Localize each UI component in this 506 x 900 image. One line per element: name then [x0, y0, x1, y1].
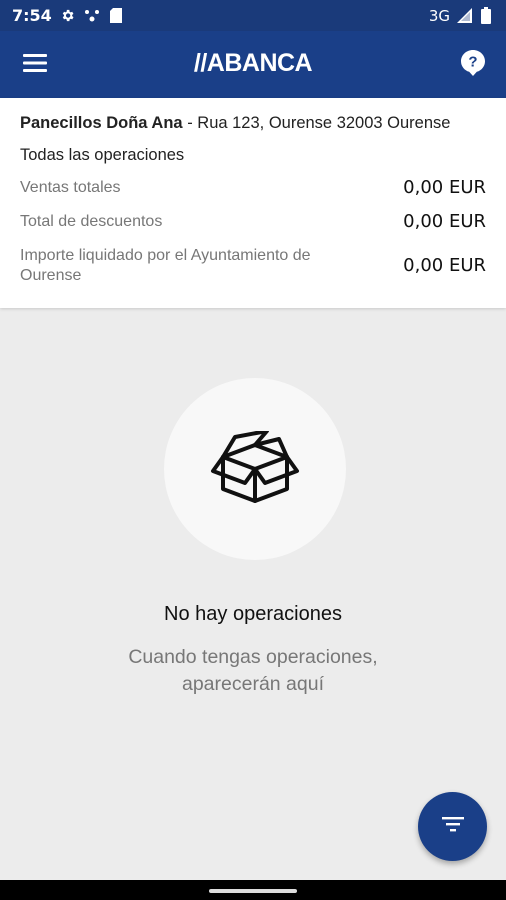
- svg-text:?: ?: [468, 53, 477, 70]
- summary-row-amount: 0,00 EUR: [403, 255, 486, 276]
- help-button[interactable]: ?: [458, 49, 488, 81]
- empty-state-subtitle-line1: Cuando tengas operaciones,: [128, 646, 378, 668]
- sim-icon: [108, 8, 124, 24]
- help-bubble-icon: ?: [461, 49, 485, 81]
- status-time: 7:54: [12, 6, 52, 25]
- summary-row-total-sales: Ventas totales 0,00 EUR: [20, 178, 486, 198]
- status-right: 3G: [429, 7, 494, 25]
- summary-row-total-discounts: Total de descuentos 0,00 EUR: [20, 212, 486, 232]
- empty-state-subtitle-line2: aparecerán aquí: [181, 673, 325, 695]
- summary-row-amount: 0,00 EUR: [403, 177, 486, 198]
- summary-row-amount: 0,00 EUR: [403, 211, 486, 232]
- home-gesture-handle[interactable]: [209, 889, 297, 893]
- summary-row-label: Ventas totales: [20, 179, 121, 196]
- filter-fab-button[interactable]: [418, 792, 487, 861]
- merchant-info: Panecillos Doña Ana - Rua 123, Ourense 3…: [20, 112, 486, 134]
- summary-row-liquidated: Importe liquidado por el Ayuntamiento de…: [20, 246, 486, 286]
- empty-state-illustration: [164, 378, 346, 560]
- filter-icon: [441, 816, 464, 837]
- merchant-address: - Rua 123, Ourense 32003 Ourense: [182, 114, 451, 132]
- status-left: 7:54: [12, 6, 124, 25]
- battery-icon: [478, 7, 494, 24]
- signal-icon: [456, 8, 472, 24]
- network-type: 3G: [428, 6, 450, 25]
- merchant-name: Panecillos Doña Ana: [20, 114, 183, 132]
- summary-row-label: Importe liquidado por el Ayuntamiento de…: [20, 247, 311, 284]
- empty-state-subtitle: Cuando tengas operaciones, aparecerán aq…: [0, 644, 506, 698]
- system-nav-bar: [0, 880, 506, 900]
- app-bar: //ABANCA ?: [0, 31, 506, 98]
- open-box-icon: [209, 428, 301, 508]
- empty-state-title: No hay operaciones: [164, 603, 342, 625]
- section-title: Todas las operaciones: [20, 146, 185, 164]
- settings-icon: [60, 8, 76, 24]
- status-bar: 7:54 3G: [0, 0, 506, 31]
- summary-row-label: Total de descuentos: [20, 213, 163, 230]
- summary-card: Panecillos Doña Ana - Rua 123, Ourense 3…: [0, 98, 506, 308]
- abanca-logo: //ABANCA: [193, 49, 313, 77]
- notification-dots-icon: [84, 8, 100, 24]
